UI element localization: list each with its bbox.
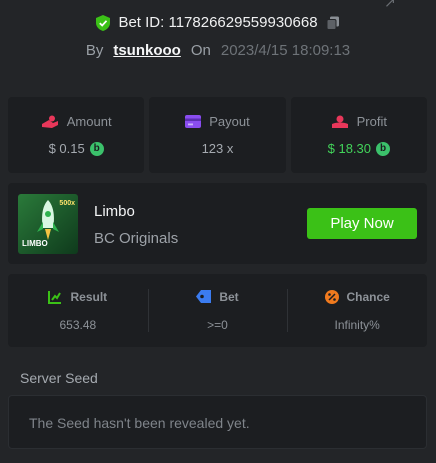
game-name: Limbo: [94, 203, 135, 220]
author-row: By tsunkooo On 2023/4/15 18:09:13: [0, 42, 436, 59]
payout-icon: [185, 115, 202, 128]
server-seed-box: The Seed hasn't been revealed yet.: [8, 395, 427, 449]
game-thumbnail: 500x LIMBO: [18, 194, 78, 254]
bet-details: Result 653.48 Bet >=0 Chance Infinity%: [8, 274, 427, 347]
bet-id-prefix: Bet ID:: [118, 14, 165, 31]
bet-timestamp: 2023/4/15 18:09:13: [220, 42, 351, 59]
username-link[interactable]: tsunkooo: [113, 42, 181, 59]
chance-label: Chance: [346, 289, 390, 304]
verified-shield-icon: [96, 14, 111, 31]
bet-stats: Amount $ 0.15 b Payout 123 x Profit $ 18…: [8, 97, 427, 173]
chance-cell: Chance Infinity%: [287, 274, 427, 347]
result-cell: Result 653.48: [8, 274, 148, 347]
amount-value: $ 0.15: [48, 141, 85, 156]
chance-value: Infinity%: [334, 317, 380, 332]
bet-label-row: Bet: [196, 289, 239, 304]
amount-label-row: Amount: [41, 114, 112, 129]
bet-id-text: Bet ID: 117826629559930668: [118, 14, 317, 31]
profit-label: Profit: [356, 114, 387, 129]
payout-value-row: 123 x: [202, 141, 234, 156]
bet-tag-icon: [196, 290, 212, 303]
game-provider: BC Originals: [94, 230, 179, 247]
thumb-badge: 500x: [59, 200, 75, 207]
result-chart-icon: [48, 290, 62, 304]
bet-cell: Bet >=0: [147, 274, 288, 347]
bet-id-row: Bet ID: 117826629559930668: [0, 14, 436, 31]
bet-label: Bet: [219, 289, 239, 304]
chance-percent-icon: [324, 289, 339, 304]
profit-card: Profit $ 18.30 b: [290, 97, 427, 173]
amount-label: Amount: [66, 114, 112, 129]
amount-value-row: $ 0.15 b: [49, 141, 104, 156]
payout-label-row: Payout: [185, 114, 250, 129]
server-seed-message: The Seed hasn't been revealed yet.: [29, 415, 250, 431]
bet-value: >=0: [207, 317, 228, 332]
copy-icon[interactable]: [326, 16, 340, 30]
profit-label-row: Profit: [331, 114, 387, 129]
share-icon[interactable]: ↗: [384, 0, 396, 11]
play-now-button[interactable]: Play Now: [307, 208, 417, 239]
amount-icon: [41, 115, 58, 128]
thumb-title: LIMBO: [22, 239, 48, 248]
result-value: 653.48: [59, 317, 97, 332]
bet-id-value: 117826629559930668: [168, 14, 318, 31]
amount-card: Amount $ 0.15 b: [8, 97, 145, 173]
result-label: Result: [70, 289, 108, 304]
server-seed-title: Server Seed: [20, 370, 98, 386]
coin-icon: b: [89, 141, 104, 156]
game-card: 500x LIMBO Limbo BC Originals Play Now: [8, 183, 427, 264]
result-label-row: Result: [48, 290, 107, 304]
payout-label: Payout: [209, 114, 250, 129]
by-label: By: [85, 42, 104, 59]
payout-value: 123 x: [201, 141, 234, 156]
profit-value: $ 18.30: [327, 141, 371, 156]
payout-card: Payout 123 x: [149, 97, 286, 173]
profit-value-row: $ 18.30 b: [328, 141, 390, 156]
chance-label-row: Chance: [324, 289, 390, 304]
bet-header: Bet ID: 117826629559930668 By tsunkooo O…: [0, 14, 436, 59]
on-label: On: [190, 42, 211, 59]
coin-icon: b: [376, 141, 390, 156]
profit-icon: [331, 115, 348, 128]
